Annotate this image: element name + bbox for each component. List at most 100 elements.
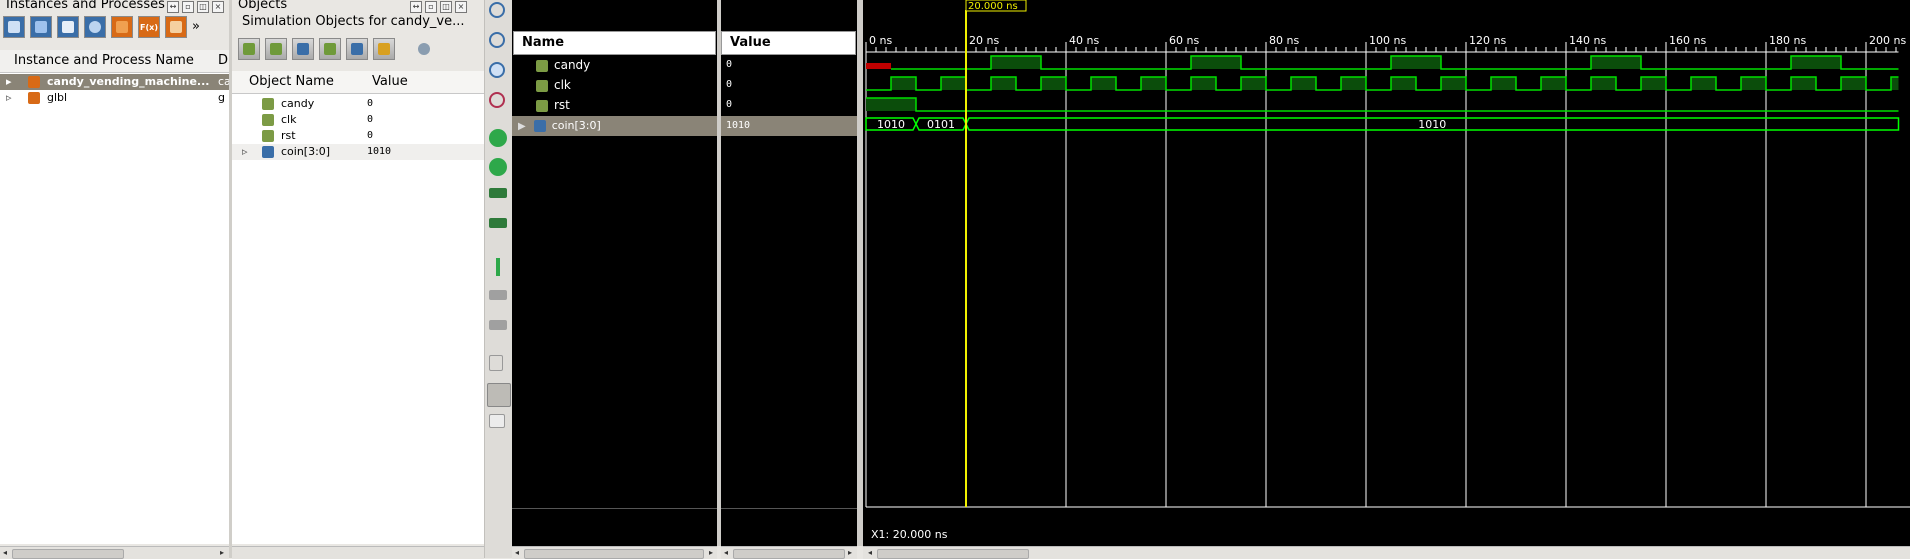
close-icon[interactable]: × (212, 1, 224, 13)
wave-value-hscrollbar[interactable]: ◂ ▸ (721, 546, 857, 559)
clk-wave-high-fill (1841, 77, 1866, 90)
zoom-fit-icon[interactable] (489, 62, 505, 78)
function-icon[interactable]: F(x) (138, 16, 160, 38)
expand-arrow-icon[interactable]: ▹ (242, 144, 248, 160)
minimize-icon[interactable]: ▫ (425, 1, 437, 13)
expand-all-icon[interactable] (30, 16, 52, 38)
objects-toolbar (238, 38, 435, 60)
instance-row-glbl[interactable]: ▹ glbl g (0, 90, 229, 106)
object-row-coin[interactable]: ▹ coin[3:0] 1010 (232, 144, 484, 160)
expand-arrow-icon[interactable]: ▶ (518, 121, 526, 132)
instances-toolbar: F(x) » (3, 16, 206, 38)
clk-wave-high-fill (891, 77, 916, 90)
hierarchy-icon[interactable] (57, 16, 79, 38)
close-icon[interactable]: × (455, 1, 467, 13)
wave-value-header[interactable]: Value (721, 31, 856, 55)
zoom-to-cursor-icon[interactable] (489, 92, 505, 108)
instances-hscrollbar[interactable]: ◂ ▸ (0, 546, 229, 559)
wave-value-rst: 0 (726, 99, 733, 110)
zoom-out-icon[interactable] (489, 32, 505, 48)
scroll-right-icon[interactable]: ▸ (217, 547, 227, 559)
floating-ruler-icon[interactable] (489, 414, 505, 428)
clk-wave-high-fill (991, 77, 1016, 90)
object-name: coin[3:0] (281, 145, 331, 158)
more-chevron-icon[interactable]: » (192, 16, 206, 38)
refresh-icon[interactable] (84, 16, 106, 38)
instance-name: glbl (47, 91, 68, 104)
module-icon[interactable] (111, 16, 133, 38)
time-tick-label: 160 ns (1669, 34, 1706, 47)
scroll-right-icon[interactable]: ▸ (845, 547, 855, 559)
wave-value-candy: 0 (726, 59, 733, 70)
bus-signal-icon (262, 146, 274, 158)
inout-filter-icon[interactable] (292, 38, 314, 60)
coin-bus-value: 1010 (1418, 118, 1446, 131)
object-row-clk[interactable]: clk 0 (232, 112, 484, 128)
expand-arrow-icon[interactable]: ▸ (6, 74, 12, 90)
instance-row-candy[interactable]: ▸ candy_vending_machine... ca (0, 74, 231, 90)
add-marker-icon[interactable] (496, 258, 500, 276)
clk-wave-high-fill (1591, 77, 1616, 90)
object-row-rst[interactable]: rst 0 (232, 128, 484, 144)
scroll-left-icon[interactable]: ◂ (0, 547, 10, 559)
object-value-column[interactable]: Value (372, 71, 408, 93)
go-to-start-icon[interactable] (489, 129, 507, 147)
scroll-left-icon[interactable]: ◂ (512, 547, 522, 559)
restore-icon[interactable]: ↔ (410, 1, 422, 13)
candy-unknown-region (866, 63, 891, 69)
previous-marker-icon[interactable] (489, 290, 507, 300)
instance-name-column[interactable]: Instance and Process Name (14, 50, 194, 72)
snap-to-transition-icon[interactable] (487, 383, 511, 407)
object-value: 0 (367, 98, 374, 109)
wave-name-rst[interactable]: rst (536, 98, 570, 112)
task-icon[interactable] (165, 16, 187, 38)
scroll-left-icon[interactable]: ◂ (721, 547, 731, 559)
wave-name-clk[interactable]: clk (536, 78, 571, 92)
scroll-right-icon[interactable]: ▸ (706, 547, 716, 559)
settings-gear-icon[interactable] (413, 38, 435, 60)
candy-wave-high-fill (1391, 56, 1441, 69)
next-transition-icon[interactable] (489, 218, 507, 228)
next-marker-icon[interactable] (489, 320, 507, 330)
expand-arrow-icon[interactable]: ▹ (6, 90, 12, 106)
wave-value-clk: 0 (726, 79, 733, 90)
output-filter-icon[interactable] (265, 38, 287, 60)
waveform-hscrollbar[interactable]: ◂ (863, 546, 1910, 559)
wave-name-candy[interactable]: candy (536, 58, 590, 72)
collapse-all-icon[interactable] (3, 16, 25, 38)
output-signal-icon (262, 98, 274, 110)
other-filter-icon[interactable] (373, 38, 395, 60)
rst-wave-trace (866, 97, 1899, 112)
wave-name-header[interactable]: Name (513, 31, 716, 55)
float-icon[interactable]: ◫ (440, 1, 452, 13)
object-value: 1010 (367, 146, 392, 157)
wave-name-hscrollbar[interactable]: ◂ ▸ (512, 546, 717, 559)
object-name: rst (281, 129, 296, 142)
input-signal-icon (536, 79, 548, 92)
objects-panel: Objects ↔ ▫ ◫ × Simulation Objects for c… (232, 0, 484, 558)
minimize-icon[interactable]: ▫ (182, 1, 194, 13)
waveform-area[interactable]: 0 ns 20 ns 40 ns 60 ns 80 ns 100 ns 120 ns 140 … (863, 0, 1910, 546)
swap-cursors-icon[interactable] (489, 355, 503, 371)
clk-wave-high-fill (1191, 77, 1216, 90)
clk-wave-high-fill (1091, 77, 1116, 90)
objects-hscrollbar[interactable] (232, 546, 484, 559)
wave-name-coin[interactable]: ▶ coin[3:0] (518, 118, 601, 132)
module-icon (28, 76, 40, 88)
previous-transition-icon[interactable] (489, 188, 507, 198)
go-to-end-icon[interactable] (489, 158, 507, 176)
constant-filter-icon[interactable] (346, 38, 368, 60)
restore-icon[interactable]: ↔ (167, 1, 179, 13)
clk-wave-high-fill (1691, 77, 1716, 90)
input-filter-icon[interactable] (238, 38, 260, 60)
instance-desc-column[interactable]: D (218, 50, 228, 72)
instances-header: Instance and Process Name D (0, 50, 229, 73)
object-row-candy[interactable]: candy 0 (232, 96, 484, 112)
scroll-left-icon[interactable]: ◂ (865, 547, 875, 559)
object-name-column[interactable]: Object Name (249, 71, 334, 93)
internal-filter-icon[interactable] (319, 38, 341, 60)
zoom-in-icon[interactable] (489, 2, 505, 18)
clk-wave-high-fill (1491, 77, 1516, 90)
waveform-canvas[interactable]: 0 ns 20 ns 40 ns 60 ns 80 ns 100 ns 120 ns 140 … (863, 0, 1910, 546)
float-icon[interactable]: ◫ (197, 1, 209, 13)
